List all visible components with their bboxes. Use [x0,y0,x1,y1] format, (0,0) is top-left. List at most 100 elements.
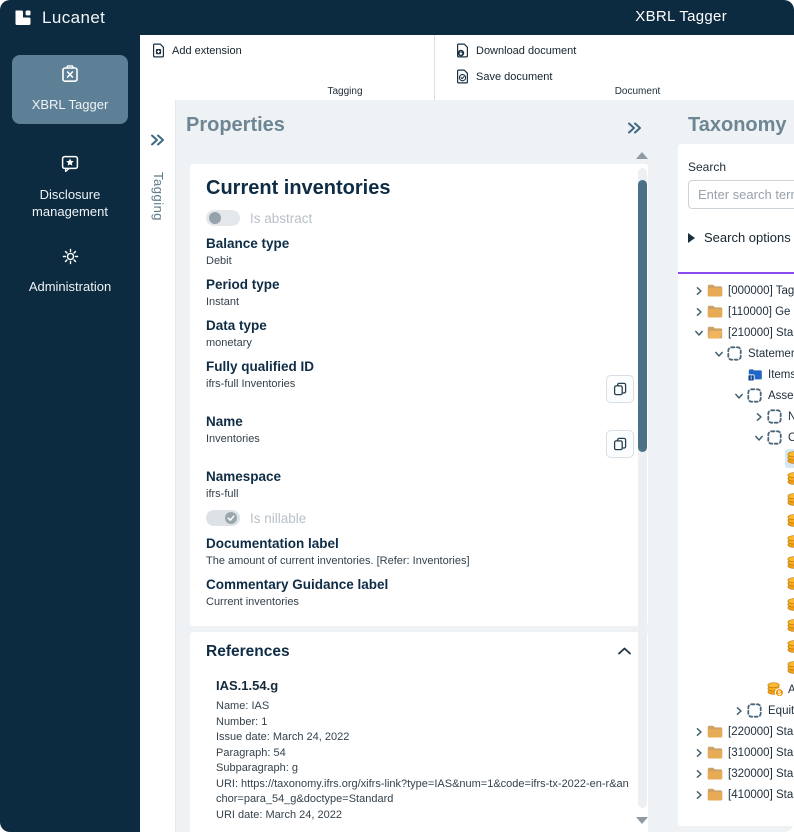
taxonomy-panel: Taxonomy Search Search options [000000] … [672,100,794,832]
tree-row[interactable]: [410000] Sta [688,784,794,805]
monetary-item-icon: $ [787,451,794,466]
monetary-item-icon: $ [787,472,794,487]
copy-icon [613,437,627,451]
save-document-button[interactable]: Save document [456,69,552,84]
property-value: ifrs-full Inventories [206,378,296,390]
tree-row[interactable]: $ [688,658,794,679]
sidebar-item-disclosure-management[interactable]: Disclosure management [0,154,140,221]
scroll-up-arrow[interactable] [636,152,648,159]
sidebar-item-xbrl-tagger[interactable]: XBRL Tagger [12,55,128,124]
tree-collapse-chevron-icon [714,349,724,359]
download-document-button[interactable]: Download document [456,43,576,58]
tree-row[interactable]: C [688,427,794,448]
tagging-tab-label[interactable]: Tagging [151,172,166,221]
tree-row[interactable]: Asse [688,385,794,406]
monetary-item-icon: $ [787,640,794,655]
tree-row[interactable]: $ [688,574,794,595]
toolbar-button-label: Save document [476,70,553,83]
concept-title: Current inventories [206,177,391,199]
tree-node-label: Equit [768,704,794,717]
reference-detail-line: Paragraph: 54 [216,746,286,759]
disclosure-management-icon [60,154,80,174]
monetary-item-icon: $ [767,682,784,697]
abstract-item-icon [767,430,782,445]
tree-node-label: [000000] Tag [728,284,794,297]
collapse-properties-button[interactable] [626,121,642,140]
properties-scroll-area: Current inventories Is abstract Balance … [190,164,648,832]
tree-row[interactable]: $ [688,637,794,658]
monetary-item-icon: $ [787,598,794,613]
tree-row[interactable]: [320000] Sta [688,763,794,784]
search-input[interactable] [688,180,794,209]
tree-row[interactable]: $ [688,532,794,553]
property-label: Fully qualified ID [206,359,315,374]
search-options-expander[interactable]: Search options [688,230,794,245]
sidebar: XBRL Tagger Disclosure management Admini… [0,35,140,832]
xbrl-tagger-icon [60,64,80,84]
tree-row[interactable]: [000000] Tag [688,280,794,301]
abstract-item-icon [747,388,762,403]
add-extension-button[interactable]: Add extension [152,43,242,58]
property-label: Name [206,414,243,429]
sidebar-item-administration[interactable]: Administration [0,247,140,296]
tree-row[interactable]: N [688,406,794,427]
scrollbar-thumb[interactable] [638,180,647,452]
tree-expand-chevron-icon [734,706,744,716]
scrollbar-track[interactable] [638,168,647,808]
is-nillable-toggle[interactable] [206,510,240,526]
copy-button[interactable] [606,375,634,403]
folder-icon [707,746,723,759]
property-field: Data type monetary [206,318,632,350]
is-nillable-toggle-row: Is nillable [206,510,632,526]
tree-node-label: [220000] Sta [728,725,794,738]
property-value: Inventories [206,433,260,445]
property-field: Fully qualified ID ifrs-full Inventories [206,359,634,403]
collapsed-tagging-panel: Tagging [140,100,176,832]
collapse-references-chevron-icon[interactable] [617,643,632,661]
reference-item: IAS.1.54.g Name: IAS Number: 1 Issue date:… [206,678,632,823]
property-field: Namespace ifrs-full [206,469,632,501]
tree-expand-chevron-icon [694,286,704,296]
tree-collapse-chevron-icon [694,328,704,338]
copy-button[interactable] [606,430,634,458]
tree-row[interactable]: [210000] Sta [688,322,794,343]
toolbar-button-label: Download document [476,44,577,57]
folder-icon [707,305,723,318]
tree-row[interactable]: $ [688,595,794,616]
expand-panel-button[interactable] [149,133,165,152]
monetary-item-icon: $ [787,535,794,550]
tree-row[interactable]: [310000] Sta [688,742,794,763]
search-label: Search [688,160,727,174]
reference-detail-line: Name: IAS [216,700,270,712]
svg-text:$: $ [778,690,782,697]
tree-row[interactable]: $ [688,616,794,637]
property-value: ifrs-full [206,488,239,500]
tree-node-label: C [788,431,794,444]
tree-node-label: [110000] Ge [728,305,791,318]
expand-triangle-icon [688,232,695,243]
toolbar-group-document: Download document Save document Document [434,35,794,100]
monetary-item-icon: $ [787,577,794,592]
is-abstract-toggle[interactable] [206,210,240,226]
tree-row[interactable]: i Items [688,364,794,385]
tree-row[interactable]: Statemen [688,343,794,364]
tree-row[interactable]: [220000] Sta [688,721,794,742]
tree-expand-chevron-icon [694,307,704,317]
tree-expand-chevron-icon [694,748,704,758]
tree-row[interactable]: $ [688,448,794,469]
reference-title: IAS.1.54.g [216,678,279,693]
copy-icon [613,382,627,396]
reference-detail-line: Issue date: March 24, 2022 [216,731,350,743]
monetary-item-icon: $ [787,661,794,676]
sidebar-item-label: Disclosure management [32,186,108,220]
tree-row[interactable]: [110000] Ge [688,301,794,322]
tree-row[interactable]: $ [688,511,794,532]
tree-row[interactable]: $ A [688,679,794,700]
tree-row[interactable]: $ [688,490,794,511]
tree-row[interactable]: Equit [688,700,794,721]
tree-row[interactable]: $ [688,553,794,574]
scroll-down-arrow[interactable] [636,817,648,824]
tree-collapse-chevron-icon [734,391,744,401]
tree-row[interactable]: $ [688,469,794,490]
folder-icon [707,725,723,738]
